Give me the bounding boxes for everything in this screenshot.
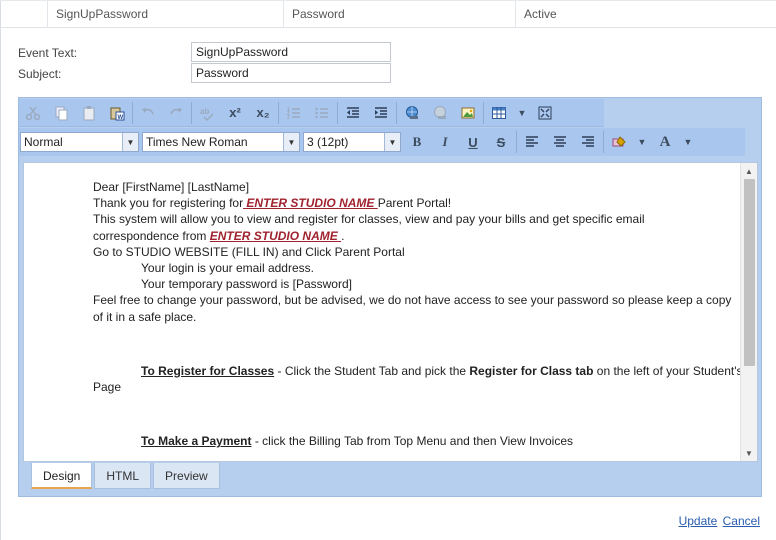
spell-check-icon[interactable]: ab [193, 100, 221, 126]
align-left-icon[interactable] [518, 129, 546, 155]
fore-color-icon[interactable]: A [651, 129, 679, 155]
toolbar-separator [483, 101, 484, 124]
fore-color-chevron-down-icon[interactable]: ▼ [679, 129, 697, 155]
font-size-select[interactable]: 3 (12pt) ▼ [303, 132, 401, 152]
editor-mode-tabs: Design HTML Preview [31, 463, 222, 489]
studio-name-placeholder: ENTER STUDIO NAME [243, 196, 378, 211]
grid-cell-edit [0, 1, 48, 28]
chevron-down-icon[interactable]: ▼ [283, 133, 299, 151]
bulleted-list-icon[interactable] [308, 100, 336, 126]
tab-preview[interactable]: Preview [153, 463, 220, 489]
editor-content-area[interactable]: Dear [FirstName] [LastName] Thank you fo… [23, 162, 758, 462]
paragraph-format-value: Normal [24, 135, 63, 149]
update-link[interactable]: Update [679, 514, 718, 528]
subject-input[interactable] [191, 63, 391, 83]
align-center-icon[interactable] [546, 129, 574, 155]
chevron-down-icon[interactable]: ▼ [384, 133, 400, 151]
grid-data-row[interactable]: SignUpPassword Password Active [0, 0, 776, 28]
format-stripper-chevron-down-icon[interactable]: ▼ [633, 129, 651, 155]
studio-name-placeholder: ENTER STUDIO NAME [209, 228, 342, 243]
payment-heading: To Make a Payment [141, 434, 252, 449]
email-body[interactable]: Dear [FirstName] [LastName] Thank you fo… [93, 179, 743, 449]
grid-cell-subject: Password [284, 1, 516, 28]
numbered-list-icon[interactable]: 123 [280, 100, 308, 126]
insert-link-icon[interactable] [398, 100, 426, 126]
subject-label: Subject: [18, 67, 62, 81]
remove-link-icon[interactable] [426, 100, 454, 126]
svg-text:W: W [118, 115, 124, 121]
font-name-value: Times New Roman [146, 135, 248, 149]
font-name-select[interactable]: Times New Roman ▼ [142, 132, 300, 152]
undo-icon[interactable] [134, 100, 162, 126]
bold-icon[interactable]: B [403, 129, 431, 155]
paste-from-word-icon[interactable]: W [103, 100, 131, 126]
website-line: Go to STUDIO WEBSITE (FILL IN) and Click… [93, 244, 405, 259]
subscript-icon[interactable]: x₂ [249, 100, 277, 126]
cut-icon[interactable] [19, 100, 47, 126]
rich-text-editor: W ab x² x₂ 123 ▼ Normal ▼ Times New Roma… [18, 97, 762, 497]
paste-icon[interactable] [75, 100, 103, 126]
payment-instructions: To Make a Payment - click the Billing Ta… [141, 434, 573, 449]
chevron-down-icon[interactable]: ▼ [122, 133, 138, 151]
toolbar-separator [337, 101, 338, 124]
paragraph-format-select[interactable]: Normal ▼ [20, 132, 139, 152]
tab-html[interactable]: HTML [94, 463, 152, 489]
toolbar-separator [516, 131, 517, 153]
insert-table-icon[interactable] [485, 100, 513, 126]
toolbar-separator [278, 101, 279, 124]
svg-text:3: 3 [287, 115, 290, 121]
scroll-up-icon[interactable]: ▲ [741, 163, 757, 179]
underline-icon[interactable]: U [459, 129, 487, 155]
toolbar-separator [132, 101, 133, 124]
font-size-value: 3 (12pt) [307, 135, 349, 149]
toolbar-separator [603, 131, 604, 153]
redo-icon[interactable] [162, 100, 190, 126]
indent-icon[interactable] [367, 100, 395, 126]
thank-you-line: Thank you for registering for ENTER STUD… [93, 196, 452, 211]
form-actions: Update Cancel [677, 514, 760, 528]
event-text-input[interactable] [191, 42, 391, 62]
outdent-icon[interactable] [339, 100, 367, 126]
strikethrough-icon[interactable]: S [487, 129, 515, 155]
editor-toolbar-bottom: Normal ▼ Times New Roman ▼ 3 (12pt) ▼ B … [19, 128, 745, 156]
system-description-line: This system will allow you to view and r… [93, 212, 645, 227]
superscript-icon[interactable]: x² [221, 100, 249, 126]
greeting-line: Dear [FirstName] [LastName] [93, 180, 250, 194]
align-right-icon[interactable] [574, 129, 602, 155]
scroll-down-icon[interactable]: ▼ [741, 445, 757, 461]
grid-cell-event-text: SignUpPassword [48, 1, 284, 28]
table-dropdown-chevron-down-icon[interactable]: ▼ [513, 100, 531, 126]
register-heading: To Register for Classes [141, 363, 275, 378]
toolbar-separator [191, 101, 192, 124]
change-password-line: Feel free to change your password, but b… [93, 293, 732, 324]
insert-image-icon[interactable] [454, 100, 482, 126]
format-stripper-icon[interactable] [605, 129, 633, 155]
svg-text:ab: ab [200, 107, 209, 116]
scrollbar-thumb[interactable] [744, 179, 755, 366]
toolbar-separator [396, 101, 397, 124]
register-instructions: To Register for Classes - Click the Stud… [93, 363, 743, 395]
event-text-label: Event Text: [18, 46, 78, 60]
copy-icon[interactable] [47, 100, 75, 126]
editor-scrollbar[interactable]: ▲ ▼ [740, 163, 757, 461]
grid-cell-status: Active [524, 7, 557, 21]
editor-toolbar-top: W ab x² x₂ 123 ▼ [19, 99, 604, 127]
cancel-link[interactable]: Cancel [723, 514, 760, 528]
tab-design[interactable]: Design [31, 463, 93, 489]
password-line: Your temporary password is [Password] [141, 277, 352, 292]
login-line: Your login is your email address. [141, 261, 314, 276]
fullscreen-icon[interactable] [531, 100, 559, 126]
italic-icon[interactable]: I [431, 129, 459, 155]
correspondence-line: correspondence from ENTER STUDIO NAME . [93, 228, 345, 243]
